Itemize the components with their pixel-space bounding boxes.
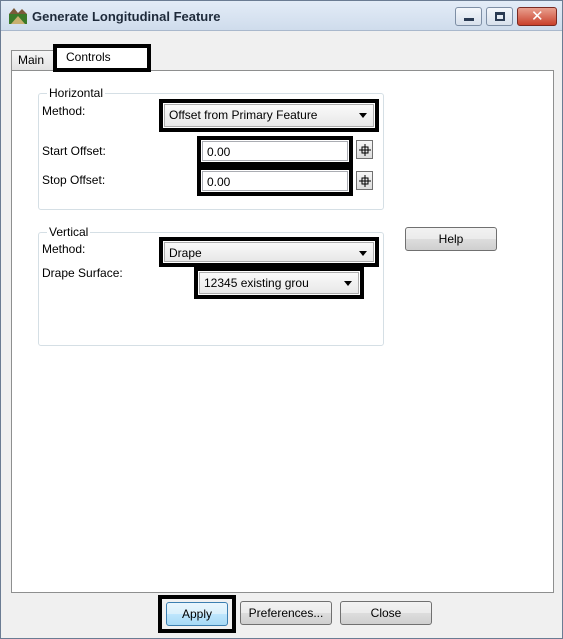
- drape-surface-label: Drape Surface:: [42, 266, 123, 280]
- controls-tab-panel: Horizontal Method: Start Offset: Stop Of…: [11, 70, 554, 593]
- minimize-icon: [464, 18, 474, 21]
- chevron-down-icon: [359, 113, 367, 118]
- horizontal-method-select[interactable]: Offset from Primary Feature: [159, 99, 379, 132]
- vertical-method-label: Method:: [42, 242, 86, 256]
- help-button[interactable]: Help: [405, 227, 497, 251]
- stop-offset-label: Stop Offset:: [42, 173, 106, 187]
- crosshair-icon: [359, 144, 371, 156]
- crosshair-icon: [359, 175, 371, 187]
- chevron-down-icon: [359, 251, 367, 256]
- dialog-window: Generate Longitudinal Feature ✕ Horizont…: [0, 0, 563, 639]
- close-button[interactable]: Close: [340, 601, 432, 625]
- close-window-button[interactable]: ✕: [517, 7, 557, 26]
- maximize-icon: [495, 12, 505, 21]
- drape-surface-select[interactable]: 12345 existing grou: [194, 267, 364, 299]
- horizontal-legend: Horizontal: [47, 86, 106, 100]
- close-icon: ✕: [531, 8, 544, 25]
- preferences-button[interactable]: Preferences...: [240, 601, 332, 625]
- horizontal-group: Horizontal Method: Start Offset: Stop Of…: [38, 86, 384, 210]
- app-icon: [9, 8, 27, 24]
- horizontal-method-label: Method:: [42, 104, 86, 118]
- title-bar[interactable]: Generate Longitudinal Feature ✕: [1, 1, 562, 31]
- apply-button[interactable]: Apply: [166, 602, 228, 626]
- minimize-button[interactable]: [455, 7, 482, 26]
- vertical-method-select[interactable]: Drape: [159, 237, 379, 267]
- start-offset-label: Start Offset:: [42, 144, 106, 158]
- vertical-legend: Vertical: [47, 225, 91, 239]
- chevron-down-icon: [344, 281, 352, 286]
- stop-offset-pick-button[interactable]: [356, 171, 373, 190]
- apply-highlight: Apply: [158, 595, 236, 633]
- drape-surface-value: 12345 existing grou: [204, 276, 309, 290]
- tab-controls[interactable]: Controls: [53, 44, 151, 72]
- start-offset-pick-button[interactable]: [356, 140, 373, 159]
- vertical-method-value: Drape: [169, 246, 202, 260]
- window-title: Generate Longitudinal Feature: [32, 9, 221, 24]
- stop-offset-field[interactable]: 0.00: [197, 166, 353, 196]
- horizontal-method-value: Offset from Primary Feature: [169, 108, 318, 122]
- tab-main[interactable]: Main: [11, 50, 57, 70]
- stop-offset-value: 0.00: [202, 171, 348, 191]
- vertical-group: Vertical Method: Drape Surface: Drape 12…: [38, 225, 384, 346]
- maximize-button[interactable]: [486, 7, 513, 26]
- start-offset-field[interactable]: 0.00: [197, 136, 353, 166]
- start-offset-value: 0.00: [202, 141, 348, 161]
